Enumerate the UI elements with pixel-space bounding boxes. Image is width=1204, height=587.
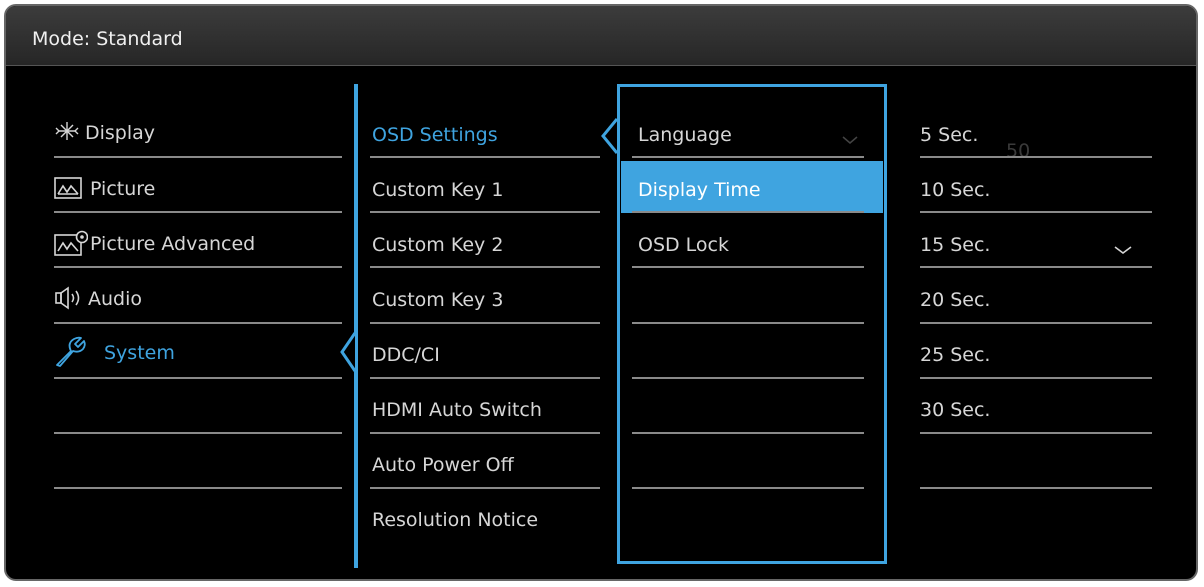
column-divider bbox=[354, 84, 358, 568]
separator bbox=[54, 211, 342, 213]
system-icon bbox=[54, 336, 94, 372]
separator bbox=[632, 211, 864, 213]
active-submenu-pointer-icon bbox=[600, 118, 619, 158]
separator bbox=[54, 322, 342, 324]
picture-advanced-icon bbox=[54, 230, 89, 260]
display-icon bbox=[54, 120, 80, 146]
separator bbox=[370, 432, 600, 434]
submenu-item-hdmi-auto-switch[interactable]: HDMI Auto Switch bbox=[372, 399, 542, 421]
submenu-item-resolution-notice[interactable]: Resolution Notice bbox=[372, 509, 538, 531]
separator bbox=[370, 156, 600, 158]
mode-title: Mode: Standard bbox=[32, 28, 183, 50]
separator bbox=[920, 377, 1152, 379]
separator bbox=[632, 266, 864, 268]
separator bbox=[370, 487, 600, 489]
title-bar: Mode: Standard bbox=[6, 6, 1196, 66]
separator bbox=[54, 266, 342, 268]
separator bbox=[920, 156, 1152, 158]
osd-item-display-time[interactable]: Display Time bbox=[638, 179, 761, 201]
separator bbox=[920, 432, 1152, 434]
separator bbox=[920, 322, 1152, 324]
checkmark-icon bbox=[1114, 240, 1132, 259]
submenu-item-osd-settings[interactable]: OSD Settings bbox=[372, 124, 498, 146]
submenu-item-custom-key-3[interactable]: Custom Key 3 bbox=[372, 289, 503, 311]
value-option-20-sec[interactable]: 20 Sec. bbox=[920, 289, 990, 311]
separator bbox=[370, 211, 600, 213]
submenu-item-custom-key-1[interactable]: Custom Key 1 bbox=[372, 179, 503, 201]
chevron-down-icon bbox=[842, 130, 858, 149]
menu-item-display[interactable]: Display bbox=[85, 122, 155, 144]
separator bbox=[54, 156, 342, 158]
active-menu-pointer-icon bbox=[340, 332, 357, 376]
separator bbox=[632, 322, 864, 324]
separator bbox=[370, 322, 600, 324]
value-option-25-sec[interactable]: 25 Sec. bbox=[920, 344, 990, 366]
ghost-value: 50 bbox=[1006, 140, 1031, 162]
menu-item-picture[interactable]: Picture bbox=[90, 178, 155, 200]
osd-window: Mode: Standard Display Picture Picture A… bbox=[4, 4, 1198, 581]
separator bbox=[632, 377, 864, 379]
submenu-item-ddc-ci[interactable]: DDC/CI bbox=[372, 344, 440, 366]
separator bbox=[370, 377, 600, 379]
separator bbox=[54, 487, 342, 489]
separator bbox=[920, 487, 1152, 489]
separator bbox=[632, 156, 864, 158]
separator bbox=[54, 377, 342, 379]
picture-icon bbox=[54, 177, 82, 203]
separator bbox=[632, 432, 864, 434]
audio-icon bbox=[54, 286, 84, 314]
osd-item-osd-lock[interactable]: OSD Lock bbox=[638, 234, 729, 256]
menu-item-picture-advanced[interactable]: Picture Advanced bbox=[90, 233, 255, 255]
value-option-10-sec[interactable]: 10 Sec. bbox=[920, 179, 990, 201]
separator bbox=[370, 266, 600, 268]
separator bbox=[632, 487, 864, 489]
separator bbox=[920, 266, 1152, 268]
submenu-item-auto-power-off[interactable]: Auto Power Off bbox=[372, 454, 514, 476]
separator bbox=[54, 432, 342, 434]
separator bbox=[920, 211, 1152, 213]
osd-item-language[interactable]: Language bbox=[638, 124, 732, 146]
submenu-item-custom-key-2[interactable]: Custom Key 2 bbox=[372, 234, 503, 256]
value-option-15-sec[interactable]: 15 Sec. bbox=[920, 234, 990, 256]
menu-item-audio[interactable]: Audio bbox=[88, 288, 142, 310]
value-option-5-sec[interactable]: 5 Sec. bbox=[920, 124, 978, 146]
value-option-30-sec[interactable]: 30 Sec. bbox=[920, 399, 990, 421]
menu-item-system[interactable]: System bbox=[104, 342, 175, 364]
